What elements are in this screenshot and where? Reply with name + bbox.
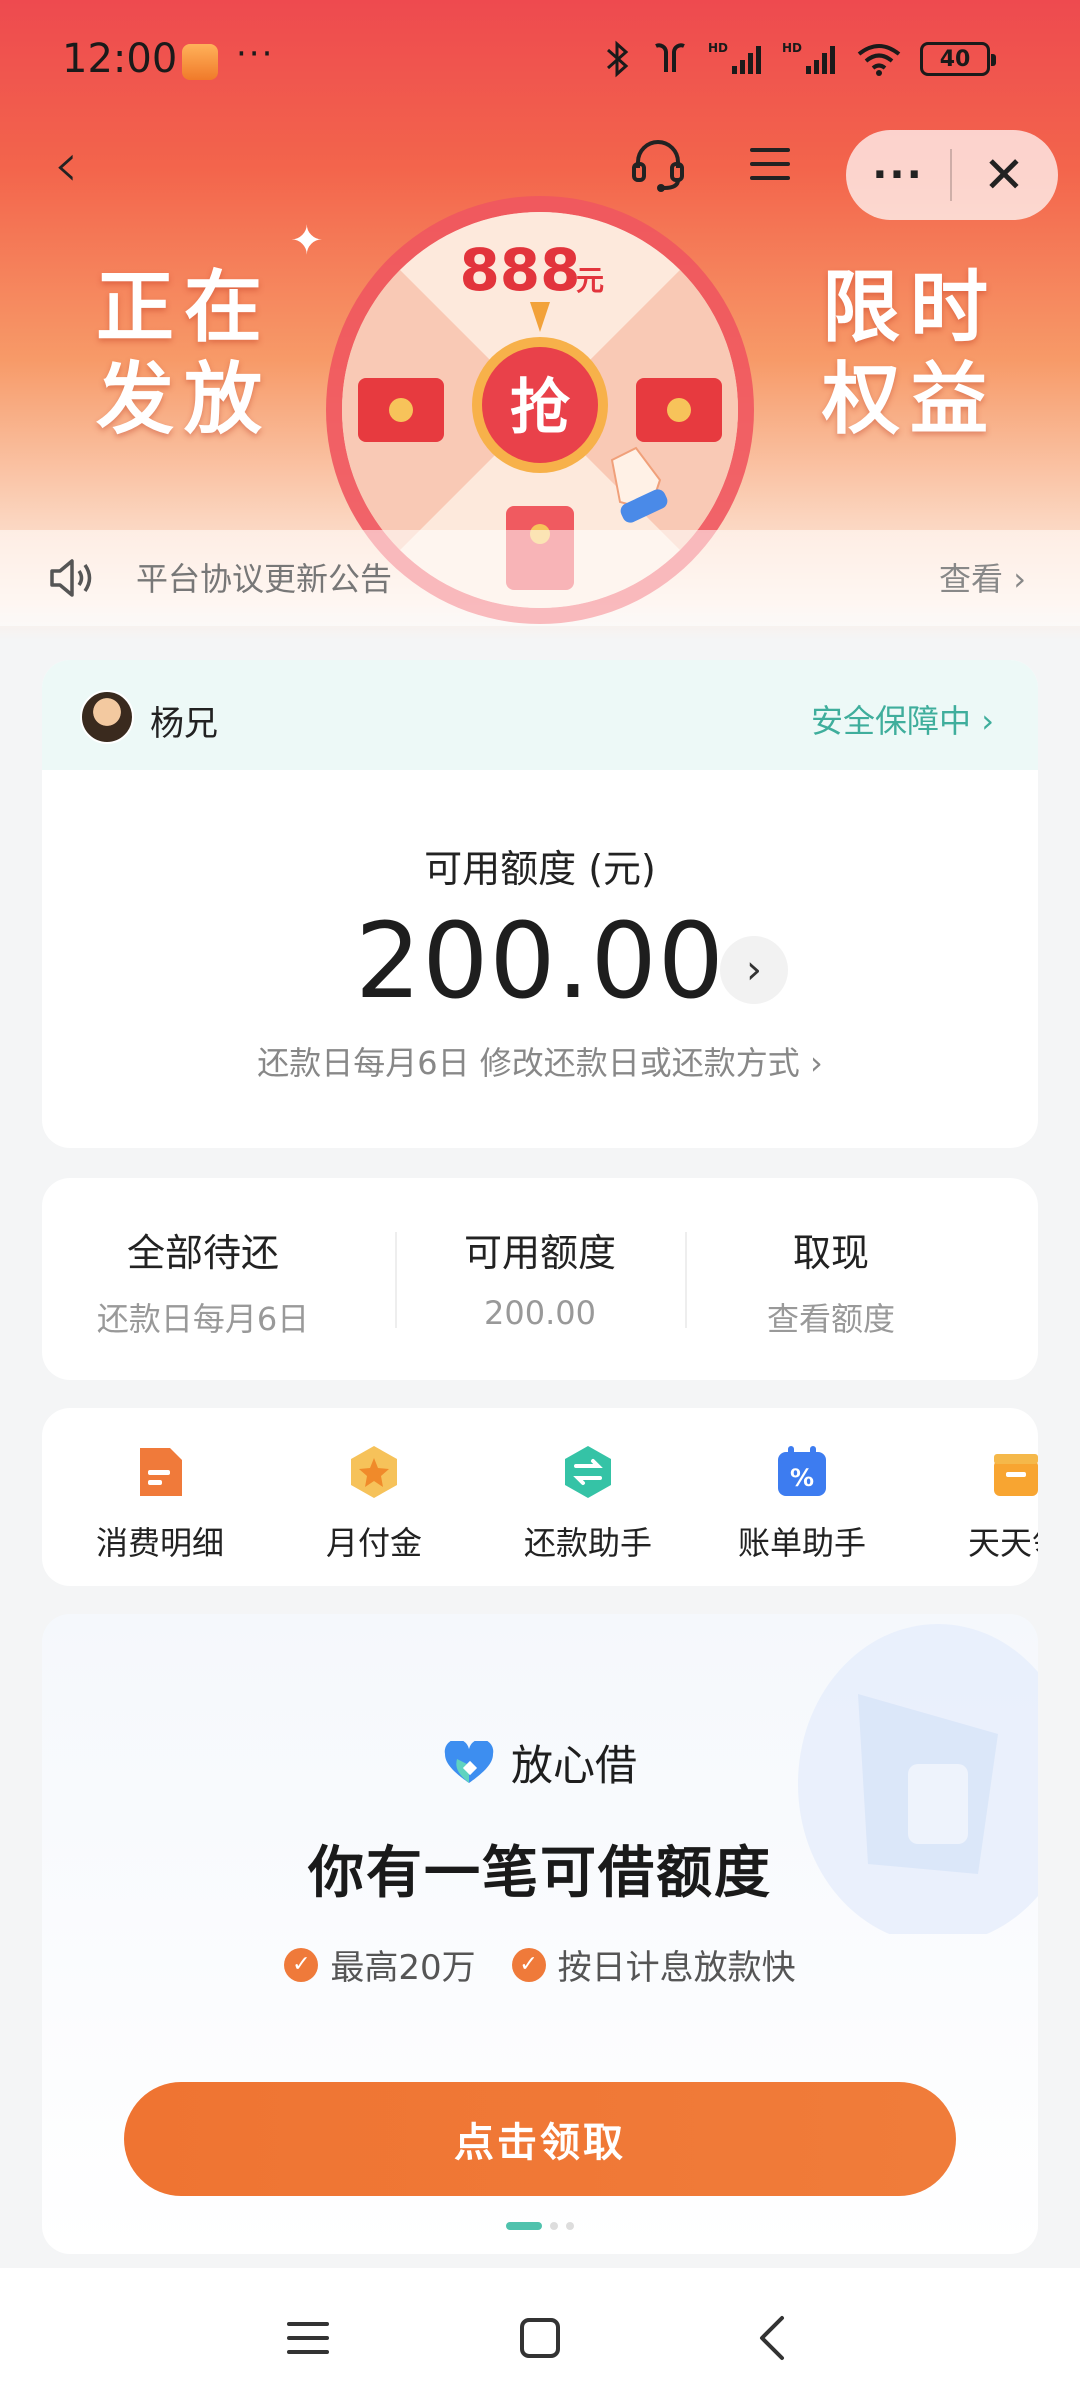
brand-name: 放心借 <box>510 1741 637 1790</box>
loan-offer-card: 放心借 你有一笔可借额度 ✓ 最高20万 ✓ 按日计息放款快 点击领取 <box>42 1614 1038 2254</box>
repay-day-link[interactable]: 还款日每月6日 修改还款日或还款方式 › <box>42 1038 1038 1084</box>
security-link[interactable]: 安全保障中 › <box>811 696 994 742</box>
stat-sub: 200.00 <box>484 1294 596 1332</box>
gift-icon <box>994 1454 1038 1496</box>
promo-banner[interactable]: 12:00 ··· HD HD 40 ‹ ··· ✕ ✦ 正在 发放 限时 权益… <box>0 0 1080 640</box>
svg-text:HD: HD <box>782 41 802 55</box>
menu-icon[interactable] <box>746 140 794 188</box>
shortcuts-card: 消费明细 月付金 还款助手 % 账单助手 天天领 <box>42 1408 1038 1586</box>
promo-text-right: 限时 权益 <box>822 262 998 446</box>
claim-button[interactable]: 点击领取 <box>124 2082 956 2196</box>
feature-label: 最高20万 <box>330 1948 476 1988</box>
system-nav-bar <box>0 2268 1080 2400</box>
bluetooth-icon <box>607 40 629 78</box>
promo-left-line1: 正在 <box>96 263 273 353</box>
shortcut-monthly-pay[interactable]: 月付金 <box>274 1408 474 1586</box>
notice-view-link[interactable]: 查看 › <box>939 554 1026 600</box>
user-name: 杨兄 <box>150 704 218 744</box>
more-options-button[interactable]: ··· <box>846 130 950 220</box>
notice-text: 平台协议更新公告 <box>136 560 393 598</box>
nav-back-button[interactable] <box>732 2298 812 2378</box>
back-arrow-icon <box>760 2316 784 2360</box>
credit-amount[interactable]: 200.00 <box>42 900 1038 1022</box>
nav-home-button[interactable] <box>500 2298 580 2378</box>
stat-sub: 查看额度 <box>766 1300 895 1338</box>
mini-program-capsule: ··· ✕ <box>846 130 1058 220</box>
check-icon: ✓ <box>284 1947 319 1982</box>
heart-logo-icon <box>444 1740 494 1783</box>
shortcut-bill-assistant[interactable]: % 账单助手 <box>702 1408 902 1586</box>
customer-service-icon[interactable] <box>628 134 688 194</box>
exchange-icon <box>565 1446 611 1498</box>
summary-card: 全部待还 还款日每月6日 可用额度 200.00 取现 查看额度 <box>42 1178 1038 1380</box>
red-packet-icon-right <box>636 378 722 442</box>
speaker-icon <box>50 559 92 597</box>
stat-total-due[interactable]: 全部待还 还款日每月6日 <box>58 1178 348 1380</box>
star-badge-icon <box>351 1446 397 1498</box>
feature-label: 按日计息放款快 <box>557 1948 796 1988</box>
shortcut-label: 月付金 <box>325 1524 422 1562</box>
notice-bar[interactable]: 平台协议更新公告 查看 › <box>0 530 1080 626</box>
promo-text-left: 正在 发放 <box>96 262 272 446</box>
stat-title: 全部待还 <box>126 1231 279 1275</box>
wheel-center-label: 抢 <box>510 373 571 443</box>
feature-item: ✓ 最高20万 <box>284 1940 476 1989</box>
user-strip: 杨兄 安全保障中 › <box>42 660 1038 770</box>
status-time: 12:00 <box>62 36 178 82</box>
shortcut-label: 消费明细 <box>95 1524 224 1562</box>
indicator-dot <box>550 2222 558 2230</box>
status-more-icon: ··· <box>236 34 275 74</box>
status-bar: 12:00 ··· HD HD 40 <box>0 0 1080 130</box>
svg-text:HD: HD <box>708 41 728 55</box>
battery-icon: 40 <box>920 42 996 76</box>
wifi-icon <box>857 44 901 76</box>
avatar[interactable] <box>80 690 134 744</box>
calendar-percent-icon: % <box>778 1446 826 1496</box>
loan-features: ✓ 最高20万 ✓ 按日计息放款快 <box>42 1940 1038 1989</box>
close-button[interactable]: ✕ <box>952 130 1056 220</box>
credit-label: 可用额度 (元) <box>424 847 656 891</box>
document-icon <box>140 1448 182 1496</box>
shortcut-spending-details[interactable]: 消费明细 <box>60 1408 260 1586</box>
svg-text:%: % <box>790 1464 814 1492</box>
earbuds-icon <box>655 43 685 72</box>
stat-title: 可用额度 <box>463 1231 616 1275</box>
red-packet-icon <box>358 378 444 442</box>
loan-headline: 你有一笔可借额度 <box>308 1841 772 1906</box>
check-icon: ✓ <box>511 1947 546 1982</box>
square-icon <box>520 2318 560 2358</box>
stat-title: 取现 <box>792 1231 869 1275</box>
menu-lines-icon <box>287 2322 329 2354</box>
wheel-amount: 888 <box>459 236 580 304</box>
carousel-indicator <box>42 2222 1038 2230</box>
loan-brand: 放心借 <box>42 1732 1038 1793</box>
promo-right-line2: 权益 <box>822 355 999 445</box>
chevron-right-icon[interactable]: › <box>720 936 788 1004</box>
indicator-dot-active <box>506 2222 542 2230</box>
shortcut-label: 账单助手 <box>737 1524 866 1562</box>
feature-item: ✓ 按日计息放款快 <box>511 1940 796 1989</box>
stat-sub: 还款日每月6日 <box>96 1300 310 1338</box>
shortcut-label: 天天领 <box>967 1524 1038 1562</box>
credit-card: 杨兄 安全保障中 › 可用额度 (元) 200.00 › 还款日每月6日 修改还… <box>42 660 1038 1148</box>
status-icons: HD HD 40 <box>604 40 996 78</box>
stat-cash-withdraw[interactable]: 取现 查看额度 <box>686 1178 976 1380</box>
indicator-dot <box>566 2222 574 2230</box>
back-button[interactable]: ‹ <box>36 128 96 201</box>
signal-hd-icon: HD <box>708 41 761 74</box>
signal-hd-icon-2: HD <box>782 41 835 74</box>
app-notification-icon <box>182 44 218 80</box>
wheel-unit: 元 <box>576 264 604 297</box>
promo-left-line2: 发放 <box>96 355 273 445</box>
shortcut-daily-rewards[interactable]: 天天领 <box>916 1408 1038 1586</box>
sparkle-icon: ✦ <box>290 218 324 264</box>
shortcut-repay-assistant[interactable]: 还款助手 <box>488 1408 688 1586</box>
promo-right-line1: 限时 <box>822 263 999 353</box>
shortcut-label: 还款助手 <box>523 1524 652 1562</box>
nav-recents-button[interactable] <box>268 2298 348 2378</box>
stat-available-credit[interactable]: 可用额度 200.00 <box>395 1178 685 1380</box>
